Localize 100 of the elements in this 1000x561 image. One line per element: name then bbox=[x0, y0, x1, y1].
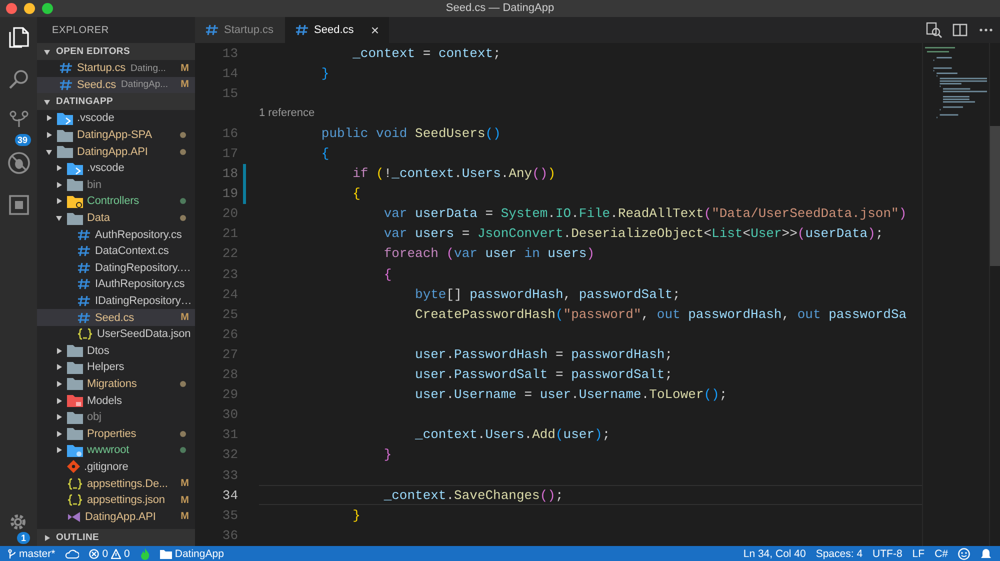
extensions-icon[interactable] bbox=[6, 193, 30, 217]
folder-item[interactable]: DatingApp-SPA bbox=[37, 126, 195, 144]
folder-item[interactable]: obj bbox=[37, 408, 195, 426]
file-item[interactable]: appsettings.json M bbox=[37, 492, 195, 508]
keyword: var bbox=[382, 226, 408, 242]
file-item[interactable]: DatingRepository.… bbox=[37, 260, 195, 276]
bracket: () bbox=[532, 166, 548, 182]
bracket: ( bbox=[797, 226, 806, 242]
keyword: var bbox=[382, 206, 408, 222]
folder-item[interactable]: bin bbox=[37, 176, 195, 194]
folder-item[interactable]: Helpers bbox=[37, 359, 195, 376]
punctuation: < bbox=[742, 226, 751, 242]
folder-icon bbox=[67, 410, 83, 424]
punctuation: = bbox=[554, 346, 564, 362]
folder-item[interactable]: Data bbox=[37, 210, 195, 226]
line-number: 25 bbox=[221, 306, 238, 322]
bell-icon[interactable] bbox=[980, 548, 992, 560]
punctuation: . bbox=[548, 206, 556, 222]
identifier: user bbox=[540, 387, 572, 402]
editor-tab[interactable]: Startup.cs bbox=[195, 17, 285, 43]
folder-item[interactable]: DatingApp.API bbox=[37, 143, 195, 160]
status-item[interactable]: Ln 34, Col 40 bbox=[743, 548, 806, 560]
folder-item[interactable]: Controllers bbox=[37, 193, 195, 210]
punctuation: , bbox=[563, 286, 572, 302]
problems-indicator[interactable]: 0 0 bbox=[89, 548, 130, 560]
punctuation: . bbox=[571, 387, 579, 402]
bracket: { bbox=[352, 186, 360, 202]
file-item[interactable]: .gitignore bbox=[37, 458, 195, 476]
open-editor-item[interactable]: Seed.cs DatingAp... M bbox=[37, 76, 195, 94]
folder-item[interactable]: wwwroot bbox=[37, 442, 195, 459]
hash-icon bbox=[59, 62, 73, 74]
section-header[interactable]: DATINGAPP bbox=[37, 93, 195, 110]
identifier: _context bbox=[392, 166, 454, 182]
braces-icon bbox=[67, 478, 83, 490]
folder-item[interactable]: Migrations bbox=[37, 376, 195, 392]
scrollbar-thumb[interactable] bbox=[990, 126, 1000, 266]
folder-item[interactable]: .vscode bbox=[37, 110, 195, 127]
line-number: 32 bbox=[221, 447, 238, 462]
punctuation: . bbox=[610, 206, 618, 222]
compare-icon[interactable] bbox=[926, 22, 942, 38]
bracket: ( bbox=[555, 306, 564, 322]
identifier: userData bbox=[414, 206, 478, 222]
minimize-window-button[interactable] bbox=[24, 3, 35, 14]
identifier: passwordHash bbox=[468, 286, 564, 302]
folder-indicator[interactable]: DatingApp bbox=[160, 548, 224, 560]
identifier: user bbox=[484, 246, 516, 262]
punctuation: . bbox=[563, 226, 572, 242]
warning-icon bbox=[111, 548, 122, 558]
identifier: passwordHash bbox=[571, 346, 665, 362]
keyword: public bbox=[320, 126, 368, 141]
status-item[interactable]: UTF-8 bbox=[872, 548, 902, 560]
bracket: ) bbox=[594, 427, 602, 442]
line-number: 35 bbox=[221, 508, 238, 523]
folder-icon bbox=[67, 394, 83, 408]
section-header[interactable]: OPEN EDITORS bbox=[37, 43, 195, 60]
folder-icon bbox=[67, 178, 83, 192]
file-item[interactable]: UserSeedData.json bbox=[37, 326, 195, 342]
cloud-icon[interactable] bbox=[65, 548, 80, 558]
file-item[interactable]: DatingApp.API M bbox=[37, 508, 195, 526]
folder-item[interactable]: .vscode bbox=[37, 160, 195, 177]
status-item[interactable]: C# bbox=[934, 548, 948, 560]
bracket: () bbox=[485, 126, 501, 141]
folder-item[interactable]: Models bbox=[37, 392, 195, 409]
folder-item[interactable]: Properties bbox=[37, 425, 195, 442]
zoom-window-button[interactable] bbox=[42, 3, 53, 14]
no-bug-icon[interactable] bbox=[6, 151, 30, 175]
file-item[interactable]: DataContext.cs bbox=[37, 242, 195, 260]
split-editor-icon[interactable] bbox=[952, 22, 968, 38]
smiley-icon[interactable] bbox=[958, 548, 970, 560]
hash-icon bbox=[59, 78, 73, 91]
file-item[interactable]: IAuthRepository.cs bbox=[37, 276, 195, 293]
open-editor-item[interactable]: Startup.cs Dating... M bbox=[37, 60, 195, 77]
editor-tab[interactable]: Seed.cs × bbox=[285, 17, 389, 43]
branch-indicator[interactable]: master* bbox=[8, 548, 56, 560]
expanded-icon[interactable] bbox=[55, 214, 63, 222]
file-item[interactable]: AuthRepository.cs bbox=[37, 226, 195, 243]
line-number: 29 bbox=[221, 387, 238, 402]
status-item[interactable]: Spaces: 4 bbox=[816, 548, 863, 560]
folder-icon bbox=[67, 377, 83, 390]
line-number: 15 bbox=[221, 86, 238, 101]
code-lens-link[interactable]: 1 reference bbox=[259, 107, 315, 120]
hash-icon bbox=[77, 245, 91, 258]
file-item[interactable]: IDatingRepository… bbox=[37, 292, 195, 310]
expanded-icon bbox=[43, 98, 51, 106]
line-number: 26 bbox=[221, 326, 238, 342]
identifier: user bbox=[563, 427, 595, 442]
close-tab-button[interactable]: × bbox=[370, 22, 379, 38]
file-item[interactable]: appsettings.De... M bbox=[37, 475, 195, 492]
expanded-icon[interactable] bbox=[45, 148, 53, 156]
search-icon[interactable] bbox=[6, 67, 30, 91]
folder-item[interactable]: Dtos bbox=[37, 342, 195, 360]
status-item[interactable]: LF bbox=[912, 548, 925, 560]
files-icon[interactable] bbox=[6, 25, 30, 49]
punctuation: . bbox=[454, 166, 462, 182]
punctuation: . bbox=[477, 427, 486, 442]
file-item[interactable]: Seed.cs M bbox=[37, 309, 195, 326]
punctuation: ; bbox=[602, 427, 610, 442]
section-header[interactable]: OUTLINE bbox=[37, 529, 195, 546]
close-window-button[interactable] bbox=[6, 3, 17, 14]
settings-icon[interactable] bbox=[8, 512, 28, 532]
